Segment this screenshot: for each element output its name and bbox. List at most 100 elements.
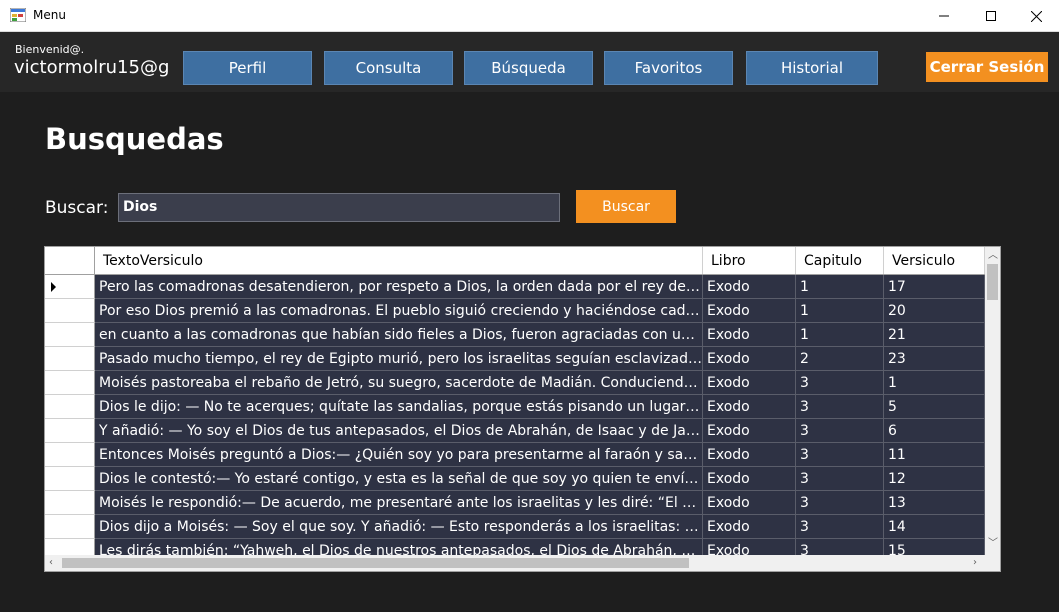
cell-texto[interactable]: Y añadió: — Yo soy el Dios de tus antepa… xyxy=(95,419,703,443)
scroll-right-icon[interactable]: › xyxy=(973,558,977,568)
horizontal-scroll-thumb[interactable] xyxy=(62,558,689,568)
table-row[interactable]: Les dirás también: “Yahweh, el Dios de n… xyxy=(45,539,985,555)
row-header[interactable] xyxy=(45,371,95,395)
row-header[interactable] xyxy=(45,491,95,515)
cell-libro[interactable]: Exodo xyxy=(703,275,796,299)
cell-versiculo[interactable]: 20 xyxy=(884,299,985,323)
cell-texto[interactable]: Entonces Moisés preguntó a Dios:— ¿Quién… xyxy=(95,443,703,467)
cell-capitulo[interactable]: 3 xyxy=(796,419,884,443)
cell-libro[interactable]: Exodo xyxy=(703,515,796,539)
cell-texto[interactable]: en cuanto a las comadronas que habían si… xyxy=(95,323,703,347)
table-row[interactable]: en cuanto a las comadronas que habían si… xyxy=(45,323,985,347)
cell-capitulo[interactable]: 3 xyxy=(796,371,884,395)
title-bar: Menu xyxy=(0,0,1059,32)
cell-capitulo[interactable]: 2 xyxy=(796,347,884,371)
table-row[interactable]: Pero las comadronas desatendieron, por r… xyxy=(45,275,985,299)
cell-libro[interactable]: Exodo xyxy=(703,347,796,371)
table-row[interactable]: Pasado mucho tiempo, el rey de Egipto mu… xyxy=(45,347,985,371)
cell-texto[interactable]: Pero las comadronas desatendieron, por r… xyxy=(95,275,703,299)
row-header[interactable] xyxy=(45,395,95,419)
row-header[interactable] xyxy=(45,347,95,371)
cell-versiculo[interactable]: 23 xyxy=(884,347,985,371)
table-row[interactable]: Por eso Dios premió a las comadronas. El… xyxy=(45,299,985,323)
cell-versiculo[interactable]: 11 xyxy=(884,443,985,467)
cell-texto[interactable]: Moisés le respondió:— De acuerdo, me pre… xyxy=(95,491,703,515)
row-header[interactable] xyxy=(45,515,95,539)
column-header-capitulo[interactable]: Capitulo xyxy=(796,247,884,274)
row-header[interactable] xyxy=(45,299,95,323)
cell-texto[interactable]: Les dirás también: “Yahweh, el Dios de n… xyxy=(95,539,703,555)
cell-libro[interactable]: Exodo xyxy=(703,323,796,347)
cell-capitulo[interactable]: 3 xyxy=(796,515,884,539)
cell-texto[interactable]: Pasado mucho tiempo, el rey de Egipto mu… xyxy=(95,347,703,371)
cell-libro[interactable]: Exodo xyxy=(703,419,796,443)
cell-versiculo[interactable]: 13 xyxy=(884,491,985,515)
cell-texto[interactable]: Dios dijo a Moisés: — Soy el que soy. Y … xyxy=(95,515,703,539)
cell-capitulo[interactable]: 3 xyxy=(796,395,884,419)
grid-header: TextoVersiculo Libro Capitulo Versiculo xyxy=(45,247,985,275)
cell-versiculo[interactable]: 15 xyxy=(884,539,985,555)
row-header[interactable] xyxy=(45,467,95,491)
maximize-button[interactable] xyxy=(968,0,1014,32)
cell-capitulo[interactable]: 3 xyxy=(796,491,884,515)
table-row[interactable]: Moisés le respondió:— De acuerdo, me pre… xyxy=(45,491,985,515)
row-header[interactable] xyxy=(45,539,95,555)
scroll-left-icon[interactable]: ‹ xyxy=(49,558,53,568)
cell-versiculo[interactable]: 1 xyxy=(884,371,985,395)
vertical-scroll-thumb[interactable] xyxy=(987,264,998,300)
nav-busqueda-button[interactable]: Búsqueda xyxy=(464,51,593,85)
scroll-down-icon[interactable]: ﹀ xyxy=(988,539,998,549)
cell-libro[interactable]: Exodo xyxy=(703,443,796,467)
cell-libro[interactable]: Exodo xyxy=(703,299,796,323)
minimize-button[interactable] xyxy=(921,0,967,32)
cell-libro[interactable]: Exodo xyxy=(703,395,796,419)
nav-historial-button[interactable]: Historial xyxy=(746,51,878,85)
table-row[interactable]: Y añadió: — Yo soy el Dios de tus antepa… xyxy=(45,419,985,443)
cell-capitulo[interactable]: 3 xyxy=(796,467,884,491)
cell-texto[interactable]: Dios le contestó:— Yo estaré contigo, y … xyxy=(95,467,703,491)
close-button[interactable] xyxy=(1013,0,1059,32)
cell-libro[interactable]: Exodo xyxy=(703,491,796,515)
maximize-icon xyxy=(986,11,996,21)
search-button[interactable]: Buscar xyxy=(576,190,676,223)
app-icon xyxy=(10,8,26,22)
cell-libro[interactable]: Exodo xyxy=(703,467,796,491)
logout-button[interactable]: Cerrar Sesión xyxy=(926,52,1048,82)
horizontal-scrollbar[interactable]: ‹ › xyxy=(45,555,985,571)
column-header-libro[interactable]: Libro xyxy=(703,247,796,274)
cell-capitulo[interactable]: 1 xyxy=(796,323,884,347)
table-row[interactable]: Entonces Moisés preguntó a Dios:— ¿Quién… xyxy=(45,443,985,467)
cell-capitulo[interactable]: 3 xyxy=(796,443,884,467)
vertical-scrollbar[interactable]: ︿ ﹀ xyxy=(985,247,1000,555)
cell-versiculo[interactable]: 17 xyxy=(884,275,985,299)
search-input[interactable]: Dios xyxy=(118,193,560,222)
cell-libro[interactable]: Exodo xyxy=(703,371,796,395)
app-header: Bienvenid@. victormolru15@g Perfil Consu… xyxy=(0,32,1059,92)
cell-capitulo[interactable]: 3 xyxy=(796,539,884,555)
cell-libro[interactable]: Exodo xyxy=(703,539,796,555)
scroll-up-icon[interactable]: ︿ xyxy=(988,251,998,261)
table-row[interactable]: Dios le dijo: — No te acerques; quítate … xyxy=(45,395,985,419)
cell-versiculo[interactable]: 12 xyxy=(884,467,985,491)
nav-perfil-button[interactable]: Perfil xyxy=(183,51,312,85)
cell-texto[interactable]: Moisés pastoreaba el rebaño de Jetró, su… xyxy=(95,371,703,395)
table-row[interactable]: Dios dijo a Moisés: — Soy el que soy. Y … xyxy=(45,515,985,539)
nav-consulta-button[interactable]: Consulta xyxy=(324,51,453,85)
column-header-versiculo[interactable]: Versiculo xyxy=(884,247,985,274)
cell-capitulo[interactable]: 1 xyxy=(796,275,884,299)
nav-favoritos-button[interactable]: Favoritos xyxy=(604,51,733,85)
cell-texto[interactable]: Por eso Dios premió a las comadronas. El… xyxy=(95,299,703,323)
cell-capitulo[interactable]: 1 xyxy=(796,299,884,323)
cell-versiculo[interactable]: 5 xyxy=(884,395,985,419)
column-header-texto[interactable]: TextoVersiculo xyxy=(95,247,703,274)
cell-versiculo[interactable]: 6 xyxy=(884,419,985,443)
cell-versiculo[interactable]: 14 xyxy=(884,515,985,539)
row-header[interactable] xyxy=(45,443,95,467)
row-header[interactable] xyxy=(45,323,95,347)
row-header[interactable] xyxy=(45,419,95,443)
table-row[interactable]: Moisés pastoreaba el rebaño de Jetró, su… xyxy=(45,371,985,395)
cell-texto[interactable]: Dios le dijo: — No te acerques; quítate … xyxy=(95,395,703,419)
row-header[interactable] xyxy=(45,275,95,299)
cell-versiculo[interactable]: 21 xyxy=(884,323,985,347)
table-row[interactable]: Dios le contestó:— Yo estaré contigo, y … xyxy=(45,467,985,491)
